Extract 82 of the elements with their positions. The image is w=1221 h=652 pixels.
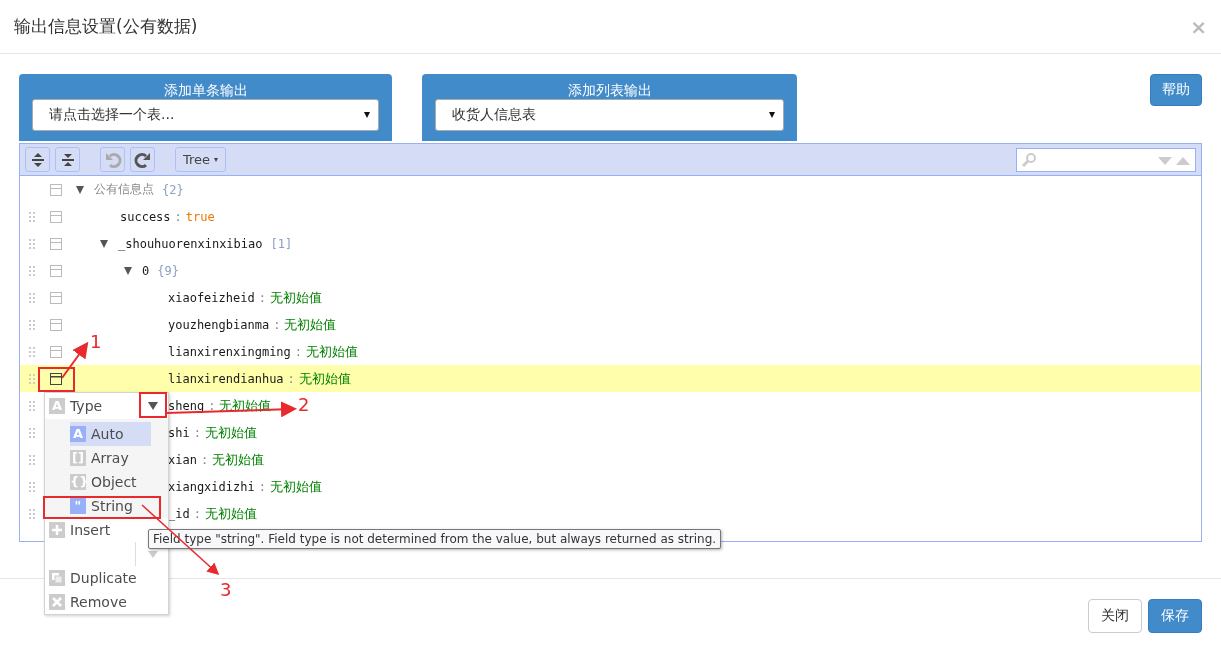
undo-button[interactable]: [100, 147, 125, 172]
annotation-number: 2: [298, 395, 310, 415]
expand-all-icon: [29, 151, 46, 168]
redo-icon: [133, 150, 152, 169]
dialog-title: 输出信息设置(公有数据): [14, 15, 199, 38]
field-value[interactable]: 无初始值: [306, 342, 359, 361]
redo-button[interactable]: [130, 147, 155, 172]
caret-icon[interactable]: [148, 402, 158, 410]
separator: :: [258, 290, 266, 305]
context-menu-icon[interactable]: [50, 372, 62, 385]
expand-icon[interactable]: [124, 266, 132, 275]
search-icon: [1021, 151, 1037, 168]
type-icon: A: [70, 426, 86, 442]
caret-icon: [364, 112, 370, 118]
expand-icon[interactable]: [100, 239, 108, 248]
annotation-arrow: [61, 341, 89, 379]
type-icon: []: [70, 450, 86, 466]
field-key: xiaofeizheid: [168, 290, 255, 305]
help-button[interactable]: 帮助: [1150, 74, 1202, 106]
submenu-item[interactable]: A Auto: [70, 422, 151, 446]
item-count: {9}: [157, 263, 179, 278]
collapse-all-icon: [59, 151, 76, 168]
submenu-item[interactable]: [] Array: [70, 446, 151, 470]
mode-dropdown[interactable]: Tree: [175, 147, 227, 172]
field-value[interactable]: 无初始值: [269, 477, 322, 496]
field-key: 0: [142, 263, 150, 278]
footer-button[interactable]: 保存: [1148, 598, 1202, 633]
field-value[interactable]: 无初始值: [269, 288, 322, 307]
submenu-item[interactable]: " String: [70, 494, 151, 518]
selected-row[interactable]: lianxirendianhua : 无初始值: [20, 365, 1201, 392]
type-icon: {}: [70, 474, 86, 490]
undo-icon: [103, 150, 122, 169]
field-value[interactable]: 无初始值: [284, 315, 337, 334]
collapse-all-button[interactable]: [55, 147, 80, 172]
field-key: _id: [168, 506, 190, 521]
separator: :: [193, 425, 201, 440]
footer-button[interactable]: 关闭: [1088, 598, 1142, 633]
field-key: success: [120, 209, 171, 224]
highlight-frame: [38, 367, 75, 392]
separator: :: [258, 479, 266, 494]
annotation-number: 1: [90, 332, 102, 352]
highlight-frame: [139, 392, 167, 418]
menu-item[interactable]: Remove: [45, 590, 168, 614]
item-count: {2}: [162, 182, 184, 197]
duplicate-icon: [49, 570, 65, 586]
field-key: youzhengbianma: [168, 317, 270, 332]
field-value[interactable]: 无初始值: [204, 504, 257, 523]
field-key: 公有信息点: [94, 181, 154, 198]
separator: :: [294, 344, 303, 359]
caret-icon: [769, 112, 775, 118]
field-value[interactable]: 无初始值: [212, 450, 265, 469]
separator: :: [193, 506, 201, 521]
field-key: xiangxidizhi: [168, 479, 255, 494]
search-field[interactable]: [1016, 147, 1196, 172]
expand-icon[interactable]: [76, 185, 84, 194]
submenu-item[interactable]: {} Object: [70, 470, 151, 494]
separator: :: [174, 209, 182, 224]
annotation-number: 3: [220, 580, 232, 600]
item-count: [1]: [270, 236, 293, 251]
separator: :: [200, 452, 209, 467]
field-key: lianxirendianhua: [168, 371, 284, 386]
field-key: sheng: [168, 398, 205, 413]
menu-item[interactable]: Duplicate: [45, 566, 168, 590]
type-icon: ": [70, 498, 86, 514]
field-value[interactable]: 无初始值: [298, 369, 351, 388]
tooltip: Field type "string". Field type is not determined from the value, but always returned as string.: [148, 529, 722, 549]
remove-icon: [49, 594, 65, 610]
table-select[interactable]: 收货人信息表: [435, 99, 784, 131]
panel-title: 添加单条输出: [163, 82, 248, 99]
plus-icon: [49, 522, 65, 538]
separator: :: [208, 398, 216, 413]
field-key: _shouhuorenxinxibiao: [118, 236, 263, 251]
field-key: shi: [168, 425, 190, 440]
separator: :: [273, 317, 281, 332]
menu-item[interactable]: Insert: [45, 518, 131, 542]
field-key: lianxirenxingming: [168, 344, 291, 359]
panel-title: 添加列表输出: [567, 82, 652, 99]
separator: :: [287, 371, 295, 386]
field-key: xian: [168, 452, 197, 467]
table-select[interactable]: 请点击选择一个表...: [32, 99, 379, 131]
field-value[interactable]: 无初始值: [204, 423, 257, 442]
expand-all-button[interactable]: [25, 147, 50, 172]
